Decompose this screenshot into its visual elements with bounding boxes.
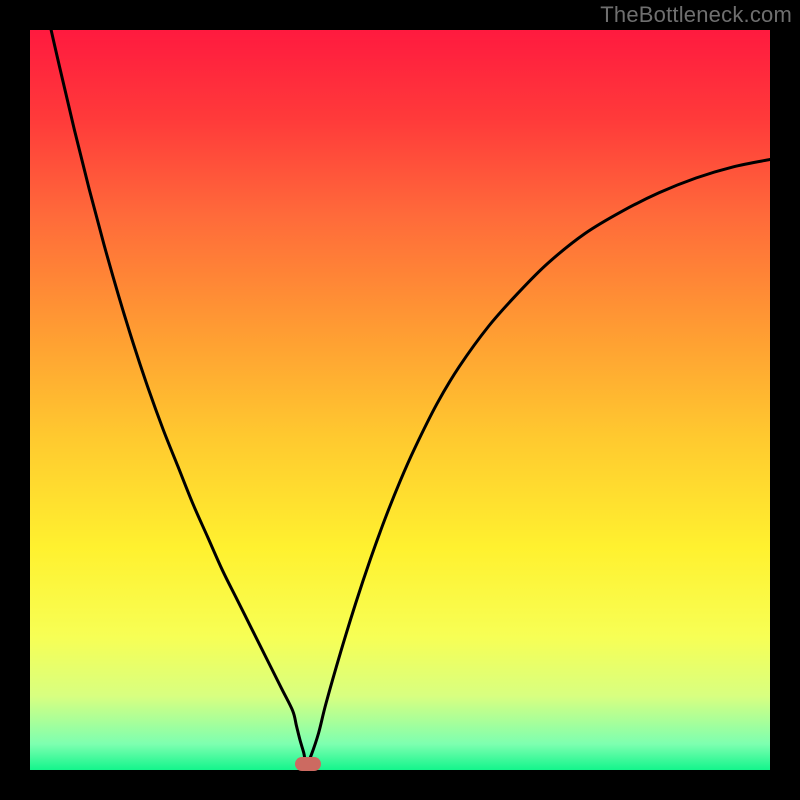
watermark-text: TheBottleneck.com: [600, 2, 792, 28]
chart-container: TheBottleneck.com: [0, 0, 800, 800]
minimum-marker: [295, 757, 321, 771]
gradient-background: [30, 30, 770, 770]
bottleneck-chart: [0, 0, 800, 800]
